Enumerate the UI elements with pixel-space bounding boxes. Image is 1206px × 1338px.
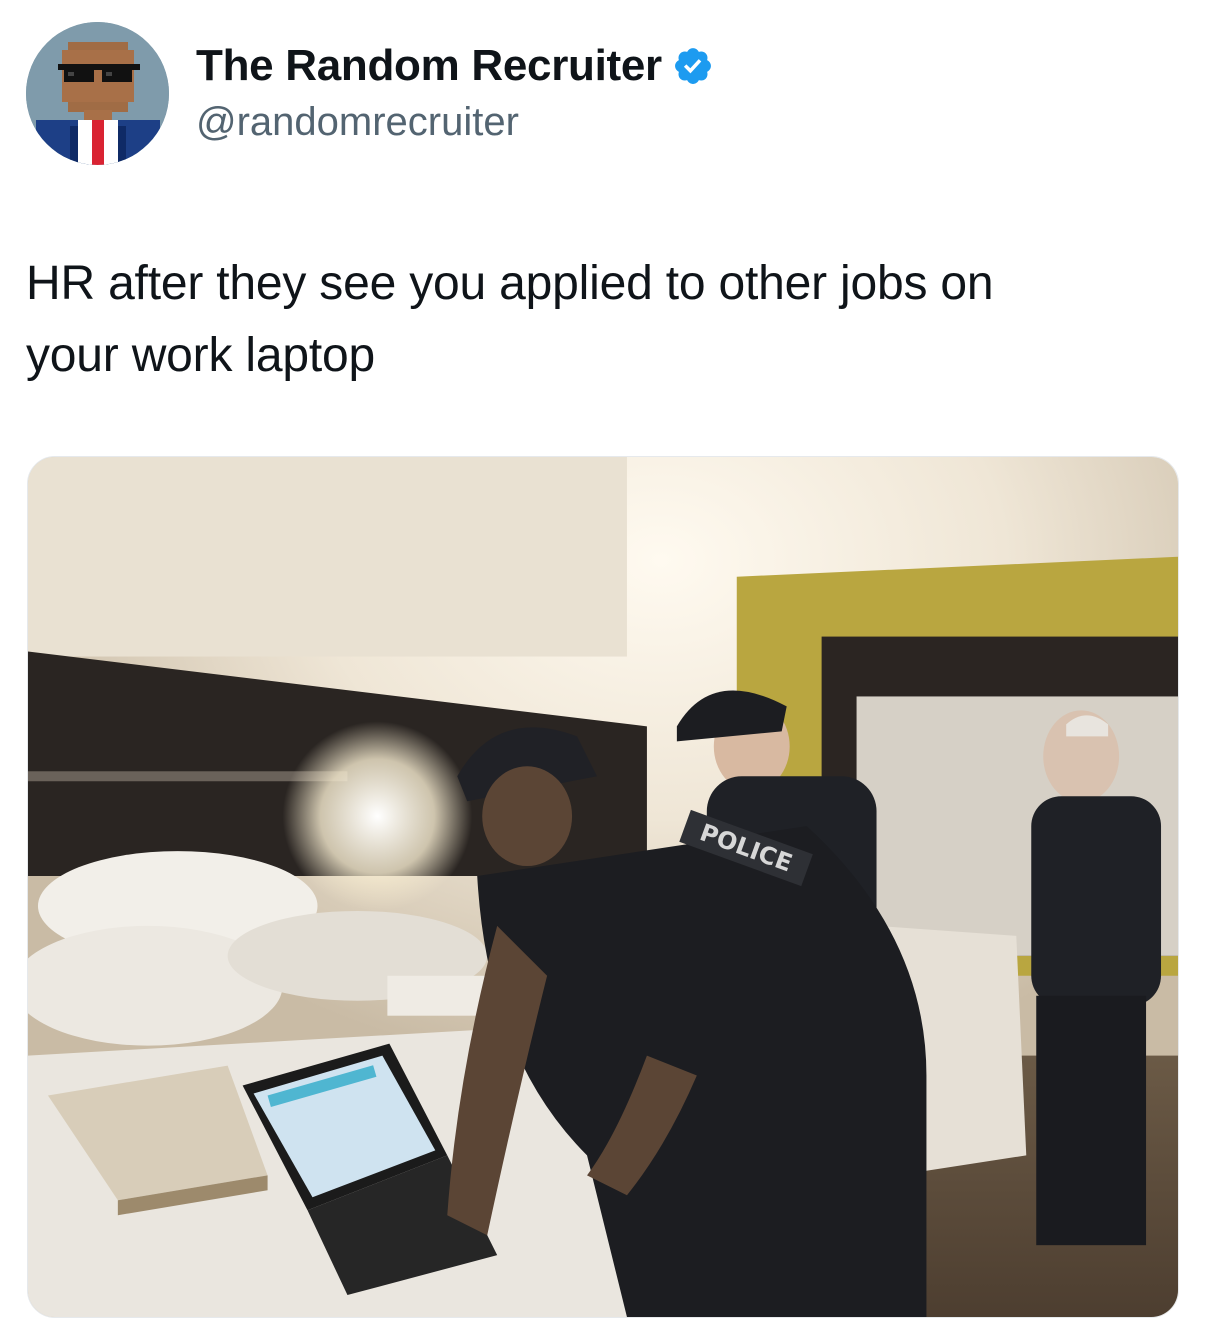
author-names: The Random Recruiter @randomrecruiter [196, 38, 714, 148]
author-display-name[interactable]: The Random Recruiter [196, 38, 662, 94]
photo-scene: POLICE [28, 457, 1178, 1317]
author-handle[interactable]: @randomrecruiter [196, 96, 714, 148]
verified-badge-icon [672, 45, 714, 87]
author-avatar[interactable] [26, 22, 169, 165]
post-text-line-1: HR after they see you applied to other j… [26, 257, 994, 310]
display-name-row: The Random Recruiter [196, 38, 714, 94]
post-text-line-2: your work laptop [26, 329, 375, 382]
post-header: The Random Recruiter @randomrecruiter [26, 22, 1176, 167]
post-text: HR after they see you applied to other j… [26, 248, 1176, 392]
post-media-photo[interactable]: POLICE [27, 456, 1179, 1318]
pixel-avatar-icon [26, 22, 169, 165]
